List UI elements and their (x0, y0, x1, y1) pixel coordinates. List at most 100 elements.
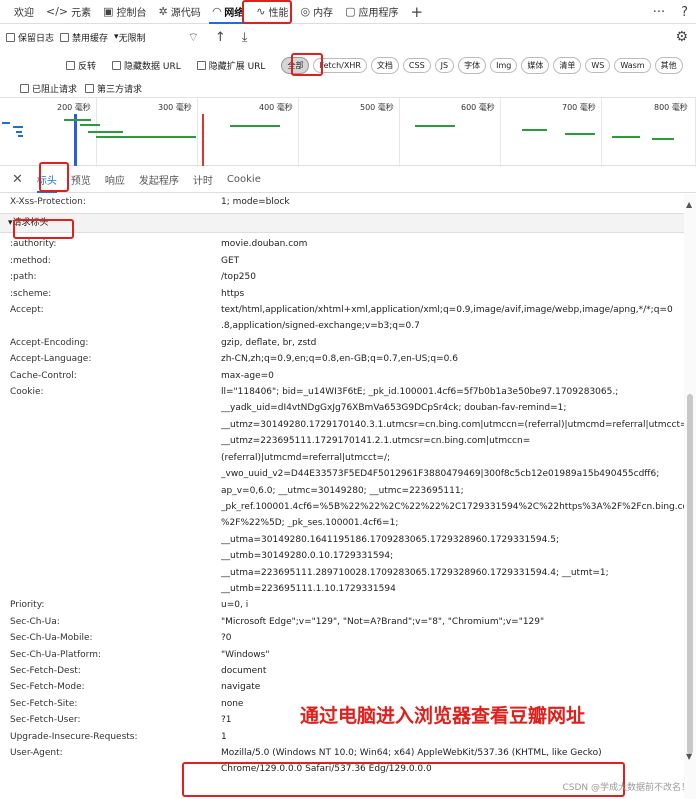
header-value: _pk_ref.100001.4cf6=%5B%22%22%2C%22%22%2… (221, 501, 684, 512)
gear-icon[interactable]: ⚙ (675, 29, 688, 45)
header-value: 1 (221, 731, 227, 742)
tab-label: 元素 (71, 8, 92, 19)
scroll-up-icon[interactable]: ▲ (686, 200, 692, 209)
watermark: CSDN @学成大数据前不改名！ (562, 783, 690, 793)
filter-bar-secondary: 已阻止请求 第三方请求 (0, 80, 696, 97)
timeline-overview[interactable]: 200 毫秒 300 毫秒 400 毫秒 500 毫秒 600 毫秒 700 毫… (0, 97, 696, 167)
tab-preview[interactable]: 预览 (71, 167, 91, 193)
scrollbar-thumb[interactable] (687, 394, 693, 754)
header-row: :authority: movie.douban.com (0, 236, 684, 252)
header-value: document (221, 665, 267, 676)
preserve-log-checkbox[interactable]: 保留日志 (6, 31, 54, 44)
import-har-icon[interactable]: ↑ (215, 30, 226, 45)
console-icon: ▣ (103, 5, 114, 18)
third-party-checkbox[interactable]: 第三方请求 (85, 82, 142, 95)
filter-fetch-xhr[interactable]: Fetch/XHR (313, 57, 367, 73)
header-value-cell: document (221, 663, 684, 679)
hide-extension-url-checkbox[interactable]: 隐藏扩展 URL (196, 59, 265, 72)
tab-timing[interactable]: 计时 (193, 167, 213, 193)
header-name: Sec-Fetch-User: (10, 715, 81, 726)
header-value-cell: 1; mode=block (221, 194, 684, 210)
header-value: __utma=30149280.1641195186.1709283065.17… (221, 534, 559, 545)
disable-cache-label: 禁用缓存 (72, 33, 109, 44)
disable-cache-checkbox[interactable]: 禁用缓存 (60, 31, 108, 44)
filter-wasm[interactable]: Wasm (614, 57, 651, 73)
hide-data-url-checkbox[interactable]: 隐藏数据 URL (112, 59, 181, 72)
application-icon: ▢ (345, 5, 356, 18)
filter-ws[interactable]: WS (585, 57, 611, 73)
tab-elements[interactable]: </> 元素 (40, 0, 97, 24)
header-name: Priority: (10, 600, 45, 611)
hide-data-url-label: 隐藏数据 URL (124, 61, 181, 72)
header-value: "Microsoft Edge";v="129", "Not=A?Brand";… (221, 616, 545, 627)
tab-performance[interactable]: ∿ 性能 (250, 0, 294, 24)
export-har-icon[interactable]: ⤓ (242, 30, 248, 45)
tab-welcome[interactable]: 欢迎 (8, 0, 40, 24)
help-icon[interactable]: ? (681, 5, 688, 20)
memory-icon: ◎ (300, 5, 311, 18)
blocked-requests-checkbox[interactable]: 已阻止请求 (20, 82, 77, 95)
header-value-cell: max-age=0 (221, 368, 684, 384)
header-value: __utmb=30149280.0.10.1729331594; (221, 551, 394, 562)
tab-bar-right-controls: ··· ? (653, 0, 688, 24)
header-value: https (221, 288, 245, 299)
scroll-down-icon[interactable]: ▼ (686, 752, 692, 761)
header-row: User-Agent: Mozilla/5.0 (Windows NT 10.0;… (0, 745, 684, 778)
request-headers-section[interactable]: ▾请求标头 (0, 213, 684, 234)
filter-media[interactable]: 媒体 (521, 56, 550, 74)
tab-headers[interactable]: 标头 (36, 167, 57, 193)
filter-manifest[interactable]: 清单 (553, 56, 582, 74)
more-options-icon[interactable]: ··· (653, 5, 665, 20)
wifi-icon: ◠ (212, 5, 222, 18)
throttling-value: 无限制 (118, 33, 146, 44)
header-name: Accept-Encoding: (10, 337, 89, 348)
header-value: gzip, deflate, br, zstd (221, 337, 317, 348)
header-row: Sec-Ch-Ua-Platform: "Windows" (0, 647, 684, 663)
header-row: Sec-Ch-Ua-Mobile: ?0 (0, 630, 684, 646)
filter-img[interactable]: Img (490, 57, 518, 73)
header-value: /top250 (221, 272, 256, 283)
header-name: :authority: (10, 239, 57, 250)
add-tab-icon[interactable]: + (404, 3, 429, 21)
header-value: .8,application/signed-exchange;v=b3;q=0.… (221, 321, 420, 332)
tab-initiator[interactable]: 发起程序 (139, 167, 179, 193)
tab-network[interactable]: ◠ 网络 (207, 0, 250, 24)
waterfall-overview (2, 114, 674, 166)
code-icon: </> (46, 5, 69, 18)
tab-response[interactable]: 响应 (105, 167, 125, 193)
throttling-select[interactable]: ▾ 无限制 (114, 31, 146, 44)
close-icon[interactable]: ✕ (12, 172, 23, 187)
filter-other[interactable]: 其他 (654, 56, 683, 74)
tab-memory[interactable]: ◎ 内存 (294, 0, 339, 24)
filter-doc[interactable]: 文档 (370, 56, 399, 74)
tab-label: 源代码 (170, 8, 201, 19)
blocked-requests-label: 已阻止请求 (32, 85, 78, 95)
header-value: navigate (221, 682, 261, 693)
filter-font[interactable]: 字体 (458, 56, 487, 74)
filter-js[interactable]: JS (434, 57, 455, 73)
invert-checkbox[interactable]: 反转 (66, 59, 96, 72)
header-value-cell: "Windows" (221, 647, 684, 663)
filter-css[interactable]: CSS (402, 57, 431, 73)
header-name: X-Xss-Protection: (10, 197, 86, 207)
network-conditions-icon[interactable]: ⌔ (188, 30, 199, 45)
tab-application[interactable]: ▢ 应用程序 (339, 0, 404, 24)
header-value: max-age=0 (221, 370, 274, 381)
header-row: Accept-Encoding: gzip, deflate, br, zstd (0, 335, 684, 351)
bug-icon: ✲ (158, 5, 168, 18)
scrollbar[interactable]: ▲ ▼ (684, 194, 696, 799)
header-value: text/html,application/xhtml+xml,applicat… (221, 305, 673, 316)
header-value: _vwo_uuid_v2=D44E33573F5ED4F5012961F3880… (221, 469, 660, 480)
tab-label: 内存 (313, 8, 334, 19)
header-row: Upgrade-Insecure-Requests: 1 (0, 729, 684, 745)
header-name: Accept-Language: (10, 354, 92, 365)
tab-sources[interactable]: ✲ 源代码 (153, 0, 207, 24)
header-name: :path: (10, 272, 37, 283)
filter-all[interactable]: 全部 (281, 56, 310, 74)
header-row: :method: GET (0, 253, 684, 269)
header-value-cell: text/html,application/xhtml+xml,applicat… (221, 302, 684, 335)
tab-cookies[interactable]: Cookie (227, 167, 261, 193)
checkbox-box (66, 60, 75, 70)
tab-console[interactable]: ▣ 控制台 (97, 0, 152, 24)
header-value-cell: GET (221, 253, 684, 269)
